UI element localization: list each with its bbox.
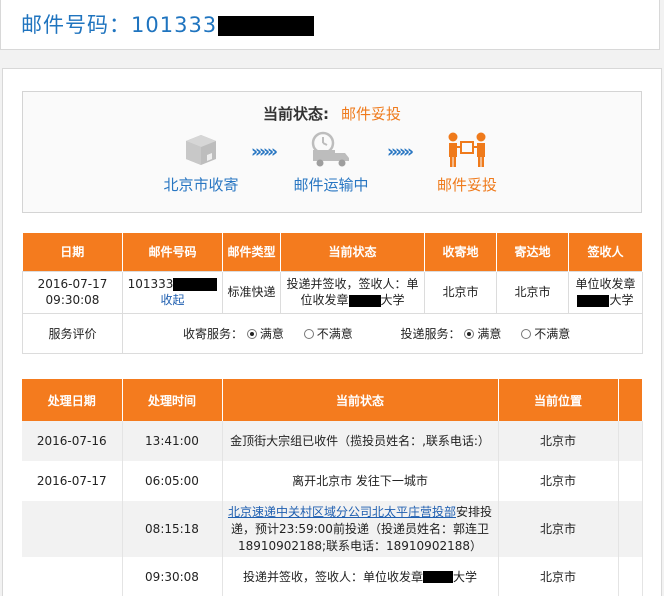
col-process-time: 处理时间 [122, 379, 223, 421]
table-row: 2016-07-17 09:30:08 101333 收起 标准快递 投递并签收… [22, 270, 643, 314]
status-panel: 当前状态: 邮件妥投 北京市收寄 »»» 邮件运输中 »»» 邮件妥投 [22, 91, 642, 213]
cell-mail-no: 101333 收起 [122, 270, 223, 314]
cell-location: 北京市 [498, 461, 619, 501]
deliver-satisfied-option[interactable]: 满意 [464, 325, 501, 342]
rating-label: 服务评价 [22, 312, 123, 354]
tracking-table: 处理日期 处理时间 当前状态 当前位置 2016-07-16 13:41:00 … [22, 379, 643, 596]
cell-status: 离开北京市 发往下一城市 [222, 461, 499, 501]
branch-office-link[interactable]: 北京速递中关村区域分公司北太平庄营投部 [228, 505, 456, 519]
status-text-suffix: 大学 [380, 293, 405, 307]
radio-icon[interactable] [464, 328, 475, 339]
table-row: 09:30:08 投递并签收，签收人：单位收发章 大学 北京市 [22, 557, 643, 596]
current-status-line: 当前状态: 邮件妥投 [23, 103, 641, 124]
rating-row: 服务评价 收寄服务： 满意 不满意 投递服务： 满意 不满意 [22, 312, 643, 354]
cell-location: 北京市 [498, 557, 619, 596]
cell-date [22, 557, 123, 596]
col-date: 日期 [22, 233, 123, 271]
cell-status: 投递并签收，签收人：单位收发章 大学 [222, 557, 499, 596]
step-label-delivered: 邮件妥投 [436, 176, 497, 194]
current-status-label: 当前状态: [262, 105, 329, 123]
collapse-link[interactable]: 收起 [160, 293, 184, 307]
col-spacer [618, 379, 643, 421]
delivery-truck-icon [311, 131, 349, 167]
col-trace-status: 当前状态 [222, 379, 499, 421]
cell-date: 2016-07-16 [22, 421, 123, 461]
mail-number-title: 邮件号码：101333 [21, 13, 218, 37]
mail-table-header: 日期 邮件号码 邮件类型 当前状态 收寄地 寄达地 签收人 [22, 233, 643, 271]
handover-people-icon [448, 132, 486, 167]
collect-service-label: 收寄服务： [183, 326, 244, 341]
col-origin: 收寄地 [424, 233, 497, 271]
collect-satisfied-option[interactable]: 满意 [246, 325, 284, 342]
cell-date: 2016-07-17 [22, 461, 123, 501]
signer-text: 单位收发章 [575, 277, 636, 291]
package-box-icon [186, 135, 216, 165]
redaction-bar [348, 294, 381, 307]
option-label: 不满意 [316, 326, 353, 341]
deliver-unsatisfied-option[interactable]: 不满意 [521, 325, 570, 342]
col-current-location: 当前位置 [498, 379, 619, 421]
radio-icon[interactable] [246, 328, 257, 339]
mail-info-table: 日期 邮件号码 邮件类型 当前状态 收寄地 寄达地 签收人 2016-07-17… [22, 233, 643, 354]
rating-options: 收寄服务： 满意 不满意 投递服务： 满意 不满意 [122, 312, 643, 354]
step-transit: 邮件运输中 [271, 130, 391, 195]
collect-unsatisfied-option[interactable]: 不满意 [303, 325, 353, 342]
step-label-transit: 邮件运输中 [293, 176, 369, 194]
table-row: 2016-07-17 06:05:00 离开北京市 发往下一城市 北京市 [22, 461, 643, 501]
tracking-table-header: 处理日期 处理时间 当前状态 当前位置 [22, 379, 643, 421]
option-label: 满意 [259, 326, 284, 341]
table-row: 08:15:18 北京速递中关村区域分公司北太平庄营投部安排投递，预计23:59… [22, 501, 643, 557]
cell-date: 2016-07-17 09:30:08 [22, 270, 123, 314]
cell-origin: 北京市 [424, 270, 497, 314]
radio-icon[interactable] [521, 328, 532, 339]
cell-spacer [618, 557, 643, 596]
redaction-bar [577, 294, 610, 307]
col-destination: 寄达地 [496, 233, 569, 271]
cell-time: 09:30:08 [122, 557, 223, 596]
mail-no-text: 101333 [127, 277, 174, 291]
cell-location: 北京市 [498, 501, 619, 557]
cell-destination: 北京市 [496, 270, 569, 314]
step-delivered: 邮件妥投 [407, 130, 527, 195]
cell-spacer [618, 501, 643, 557]
cell-location: 北京市 [498, 421, 619, 461]
col-signer: 签收人 [568, 233, 643, 271]
col-mail-no: 邮件号码 [122, 233, 223, 271]
cell-mail-type: 标准快递 [222, 270, 281, 314]
cell-time: 13:41:00 [122, 421, 223, 461]
step-label-collected: 北京市收寄 [163, 176, 239, 194]
option-label: 不满意 [534, 326, 571, 341]
cell-date [22, 501, 123, 557]
step-collected: 北京市收寄 [141, 130, 261, 195]
page-title: 邮件号码：101333 [21, 9, 315, 39]
option-label: 满意 [477, 326, 502, 341]
status-text: 投递并签收，签收人：单位收发章 [242, 569, 423, 584]
header-card: 邮件号码：101333 [0, 0, 660, 50]
radio-icon[interactable] [303, 328, 314, 339]
table-row: 2016-07-16 13:41:00 金顶街大宗组已收件（揽投员姓名：,联系电… [22, 421, 643, 461]
deliver-service-label: 投递服务： [400, 326, 461, 341]
col-mail-type: 邮件类型 [222, 233, 281, 271]
cell-time: 08:15:18 [122, 501, 223, 557]
cell-signer: 单位收发章大学 [568, 270, 643, 314]
cell-spacer [618, 421, 643, 461]
redaction-bar [423, 571, 453, 583]
redaction-bar [173, 278, 218, 291]
status-text-suffix: 大学 [453, 569, 478, 584]
signer-text-suffix: 大学 [609, 293, 634, 307]
col-current-status: 当前状态 [280, 233, 425, 271]
cell-spacer [618, 461, 643, 501]
col-process-date: 处理日期 [22, 379, 123, 421]
redaction-bar [218, 16, 315, 36]
cell-status: 投递并签收，签收人：单位收发章 大学 [280, 270, 425, 314]
cell-status: 北京速递中关村区域分公司北太平庄营投部安排投递，预计23:59:00前投递（投递… [222, 501, 499, 557]
cell-time: 06:05:00 [122, 461, 223, 501]
cell-status: 金顶街大宗组已收件（揽投员姓名：,联系电话:） [222, 421, 499, 461]
current-status-value: 邮件妥投 [340, 105, 401, 123]
